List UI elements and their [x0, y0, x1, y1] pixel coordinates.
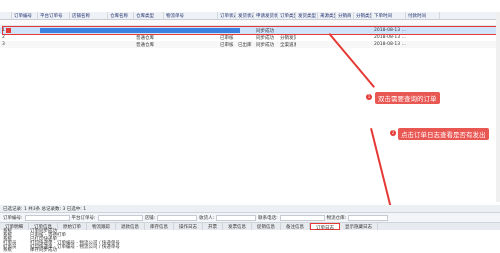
step-2-badge: 2 [390, 130, 396, 136]
vertical-scrollbar[interactable] [496, 12, 500, 202]
table-cell [12, 41, 38, 48]
grid-header: 订单编号平台订单号店铺名称仓库名称仓库类型物流单号订单状态发货状态申请发货状态订… [0, 12, 500, 20]
receiver-label: 收货人: [199, 215, 215, 221]
table-cell [38, 34, 70, 41]
tab[interactable]: 原始订单 [58, 223, 87, 230]
order-number-field[interactable] [24, 214, 70, 221]
step-2-label: 点击订单日志查看是否有发出 [398, 128, 489, 140]
tab[interactable]: 显示隐藏日志 [340, 223, 378, 230]
platform-order-field[interactable] [97, 214, 143, 221]
table-cell [354, 34, 372, 41]
tab[interactable]: 促销信息 [252, 223, 281, 230]
table-row[interactable]: 3 普通仓库 已审核已出库同步成功 全渠道发货 2018-08-13 ... [0, 41, 500, 48]
column-header[interactable]: 订单编号 [12, 12, 38, 19]
table-cell [38, 41, 70, 48]
store-field[interactable] [157, 214, 198, 221]
table-cell [354, 41, 372, 48]
column-header[interactable]: 仓库名称 [108, 12, 134, 19]
table-cell [70, 41, 108, 48]
table-cell [12, 34, 38, 41]
table-cell [164, 41, 218, 48]
order-log-table: 系统 订单同步成功 系统 已审核 - 等待打单 系统 已打印快递单 打单员 打印快递单 - 订… [0, 229, 500, 253]
tab[interactable]: 开票 [203, 223, 223, 230]
column-header[interactable]: 订单类型 [278, 12, 296, 19]
column-header[interactable]: 下单时间 [372, 12, 406, 19]
column-header[interactable]: 发货类型 [296, 12, 318, 19]
tab[interactable]: 退款信息 [116, 223, 145, 230]
status-bar: 已选记录: 1 共3条 总记录数: 3 已选中: 1 [0, 205, 500, 212]
column-header[interactable]: 发货状态 [236, 12, 254, 19]
warehouse-field[interactable] [348, 214, 389, 221]
tab[interactable]: 物流跟踪 [87, 223, 116, 230]
table-cell [318, 41, 336, 48]
table-cell: 同步成功 [256, 36, 274, 41]
table-cell: 已出库 [238, 43, 252, 48]
tab[interactable]: 订单日志 [310, 223, 340, 231]
table-cell: 已审核 [220, 43, 234, 48]
selected-row-outline [2, 26, 498, 35]
table-row[interactable]: 2 普通仓库 已审核 同步成功 分销发货 2018-08-13 ... [0, 34, 500, 41]
table-cell: 普通仓库 [136, 36, 154, 41]
order-detail-bar: 订单编号: 平台订单号: 店铺: 收货人: 联系电话: 物流仓库: [0, 212, 500, 222]
table-cell [164, 34, 218, 41]
row-marker-icon [6, 28, 11, 33]
tab[interactable]: 发票信息 [223, 223, 252, 230]
table-cell: 全渠道发货 [280, 43, 296, 48]
table-cell [108, 34, 134, 41]
step-1-badge: 1 [366, 94, 372, 100]
column-header[interactable] [0, 12, 12, 19]
table-cell [336, 34, 354, 41]
column-header[interactable]: 付款时间 [406, 12, 440, 19]
table-cell: 已审核 [220, 36, 234, 41]
column-header[interactable]: 申请发货状态 [254, 12, 278, 19]
table-cell [70, 34, 108, 41]
column-header[interactable]: 平台订单号 [38, 12, 70, 19]
store-label: 店铺: [144, 215, 156, 221]
step-1-label: 双击需要查询的订单 [375, 92, 440, 104]
tab[interactable]: 库存信息 [145, 223, 174, 230]
row-number: 3 [2, 42, 5, 47]
table-cell [296, 41, 318, 48]
detail-tabs: 订单明细 订单信息 原始订单 物流跟踪 退款信息 库存信息 操作日志 开票 发票信息 促销信息 备注… [0, 222, 500, 231]
table-cell [296, 34, 318, 41]
column-header[interactable]: 来源类型 [318, 12, 336, 19]
phone-label: 联系电话: [258, 215, 278, 221]
platform-order-label: 平台订单号: [71, 215, 96, 221]
column-header[interactable]: 物流单号 [164, 12, 218, 19]
warehouse-label: 物流仓库: [326, 215, 347, 221]
receiver-field[interactable] [216, 214, 257, 221]
table-cell: 普通仓库 [136, 43, 154, 48]
phone-field[interactable] [279, 214, 325, 221]
tab[interactable]: 操作日志 [174, 223, 203, 230]
order-grid: 订单编号平台订单号店铺名称仓库名称仓库类型物流单号订单状态发货状态申请发货状态订… [0, 0, 500, 170]
table-cell: 分销发货 [280, 36, 296, 41]
column-header[interactable]: 分销类型 [354, 12, 372, 19]
table-cell: 同步成功 [256, 43, 274, 48]
column-header[interactable]: 仓库类型 [134, 12, 164, 19]
order-number-label: 订单编号: [3, 215, 23, 221]
column-header[interactable]: 分销商 [336, 12, 354, 19]
column-header[interactable]: 店铺名称 [70, 12, 108, 19]
row-number: 2 [2, 35, 5, 40]
table-cell [236, 34, 254, 41]
column-header[interactable]: 订单状态 [218, 12, 236, 19]
table-cell: 2018-08-13 ... [374, 42, 406, 47]
table-cell [108, 41, 134, 48]
tab[interactable]: 备注信息 [281, 223, 310, 230]
table-cell: 2018-08-13 ... [374, 35, 406, 40]
